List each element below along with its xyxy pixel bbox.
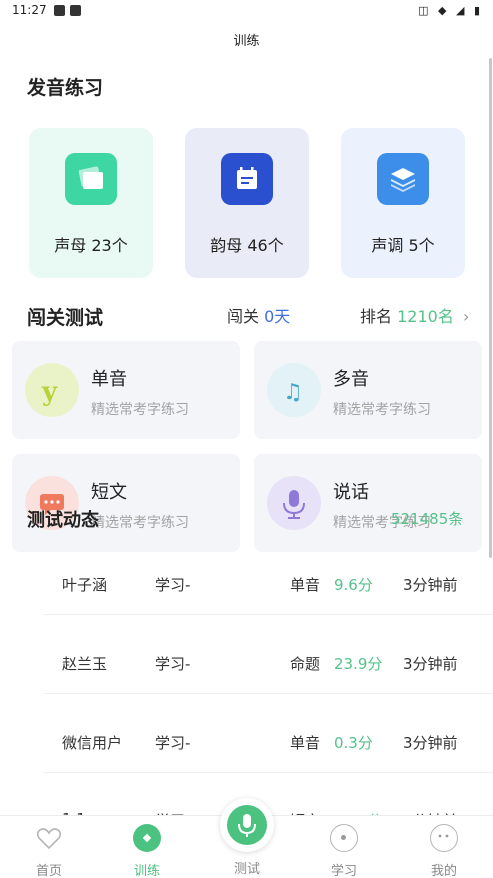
single-sound-subtitle: 精选常考字练习	[91, 402, 189, 418]
tab-study-label: 学习	[330, 864, 357, 878]
svg-text:y: y	[41, 377, 58, 407]
feed-count: 521485条	[391, 510, 464, 528]
train-icon	[133, 824, 161, 852]
feed-time: 3分钟前	[403, 576, 458, 594]
tab-training[interactable]: 训练	[98, 816, 196, 878]
tab-mine[interactable]: 我的	[395, 816, 493, 878]
scrollbar[interactable]	[489, 58, 492, 558]
feed-user-name: 微信用户	[62, 734, 123, 752]
face-icon	[430, 824, 458, 852]
multi-sound-subtitle: 精选常考字练习	[333, 402, 431, 418]
single-sound-card[interactable]: y 单音 精选常考字练习	[12, 341, 240, 439]
rank-link[interactable]: 排名 1210名 ›	[360, 303, 469, 327]
heart-icon	[36, 828, 62, 850]
system-icons: ◫ ◆ ◢ ▮	[418, 4, 483, 17]
feed-score: 23.9分	[334, 655, 383, 673]
svg-text:♫: ♫	[283, 380, 303, 405]
feed-action: 学习-	[155, 734, 191, 752]
feed-action: 学习-	[155, 576, 191, 594]
multi-sound-card[interactable]: ♫ 多音 精选常考字练习	[254, 341, 482, 439]
divider	[44, 614, 493, 615]
tones-card[interactable]: 声调 5个	[341, 128, 465, 278]
rank-value: 1210名	[397, 307, 454, 326]
feed-row: 叶子涵 学习- 单音 9.6分 3分钟前	[0, 574, 493, 654]
tones-label: 声调 5个	[371, 236, 435, 255]
speaking-title: 说话	[333, 482, 369, 503]
rank-label: 排名	[360, 307, 393, 326]
short-text-subtitle: 精选常考字练习	[91, 515, 189, 531]
feed-section-title: 测试动态	[27, 510, 99, 531]
feed-score: 0.3分	[334, 734, 373, 752]
single-sound-title: 单音	[91, 369, 127, 390]
initials-card[interactable]: 声母 23个	[29, 128, 153, 278]
tab-training-label: 训练	[133, 864, 160, 878]
challenge-section-title: 闯关测试	[27, 307, 104, 329]
status-bar: 11:27 ◫ ◆ ◢ ▮	[0, 0, 493, 22]
pronunciation-section-title: 发音练习	[27, 77, 104, 99]
calendar-icon	[221, 153, 273, 205]
target-icon	[330, 824, 358, 852]
feed-row: 赵兰玉 学习- 命题 23.9分 3分钟前	[0, 653, 493, 733]
feed-type: 单音	[290, 576, 321, 594]
finals-label: 韵母 46个	[210, 236, 284, 255]
initials-label: 声母 23个	[54, 236, 128, 255]
app-icon	[70, 5, 81, 16]
chevron-right-icon: ›	[462, 307, 470, 326]
divider	[44, 693, 493, 694]
speaking-card[interactable]: 说话 精选常考字练习	[254, 454, 482, 552]
music-note-icon: ♫	[267, 363, 321, 417]
layers-icon	[377, 153, 429, 205]
short-text-title: 短文	[91, 482, 127, 503]
feed-type: 命题	[290, 655, 321, 673]
feed-user-name: 赵兰玉	[62, 655, 108, 673]
feed-time: 3分钟前	[403, 734, 458, 752]
level-stat: 闯关 0天	[227, 303, 290, 327]
tab-mine-label: 我的	[430, 864, 457, 878]
feed-score: 9.6分	[334, 576, 373, 594]
tab-home-label: 首页	[35, 864, 62, 878]
microphone-icon	[267, 476, 321, 530]
finals-card[interactable]: 韵母 46个	[185, 128, 309, 278]
microphone-icon	[227, 805, 267, 845]
level-value: 0天	[264, 307, 291, 326]
short-text-card[interactable]: 短文 精选常考字练习	[12, 454, 240, 552]
tab-home[interactable]: 首页	[0, 816, 98, 878]
tab-study[interactable]: 学习	[295, 816, 393, 878]
feed-user-name: 叶子涵	[62, 576, 108, 594]
feed-type: 单音	[290, 734, 321, 752]
feed-time: 3分钟前	[403, 655, 458, 673]
letter-y-icon: y	[25, 363, 79, 417]
test-mic-button[interactable]	[220, 798, 274, 852]
status-time: 11:27	[12, 3, 47, 17]
page-title: 训练	[233, 34, 260, 49]
notification-icon	[54, 5, 65, 16]
divider	[44, 772, 493, 773]
cards-icon	[65, 153, 117, 205]
feed-action: 学习-	[155, 655, 191, 673]
level-label: 闯关	[227, 307, 260, 326]
tab-test-label: 测试	[233, 862, 260, 877]
multi-sound-title: 多音	[333, 369, 369, 390]
